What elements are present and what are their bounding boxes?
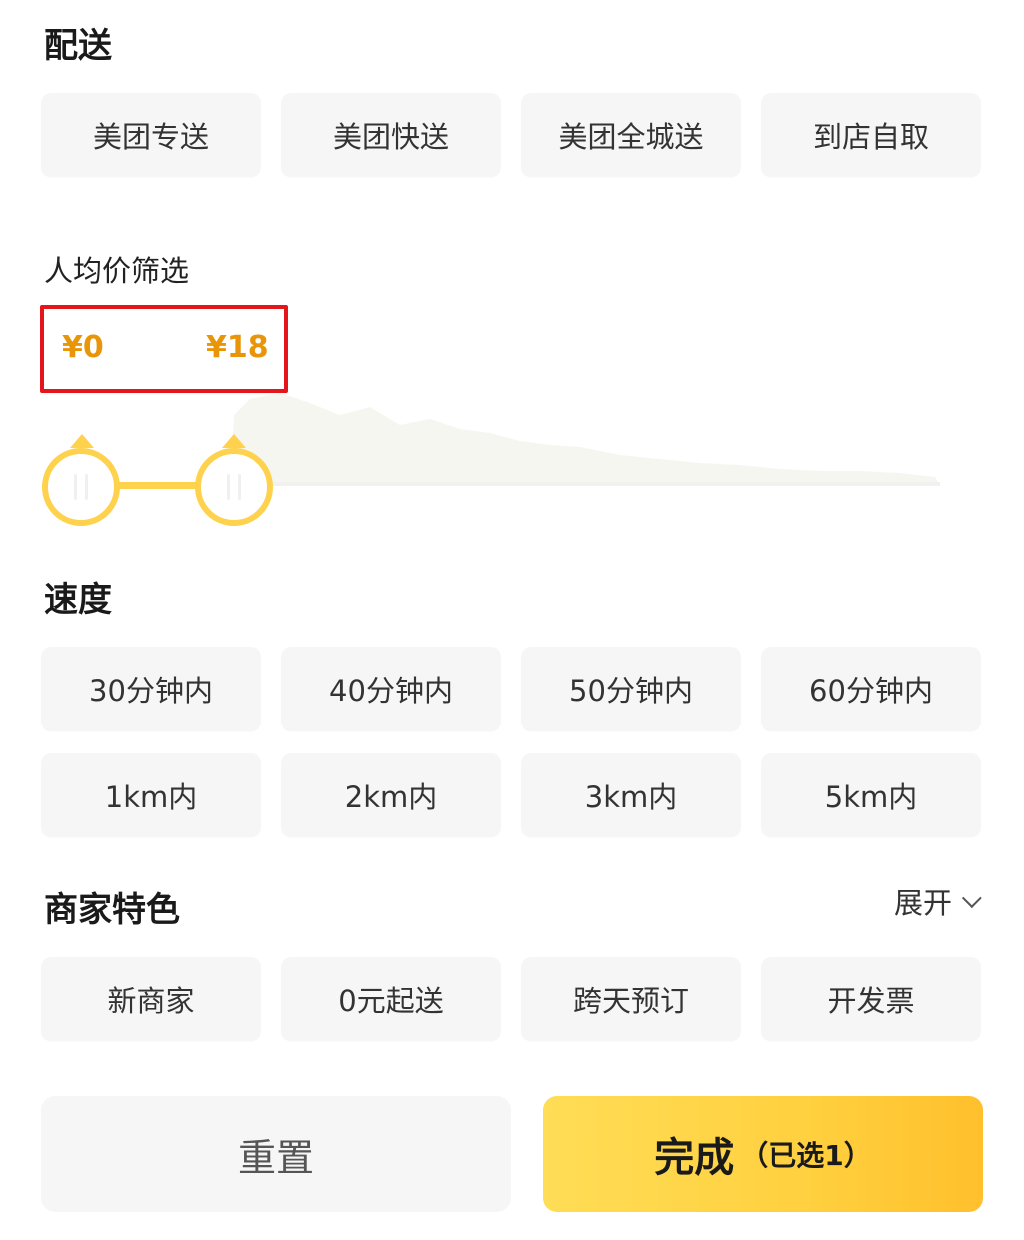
speed-title: 速度 (44, 580, 112, 620)
expand-label: 展开 (893, 886, 952, 920)
delivery-option-meituan-zhuansong[interactable]: 美团专送 (41, 93, 261, 177)
feature-option-next-day-booking[interactable]: 跨天预订 (521, 957, 741, 1041)
speed-option-60min[interactable]: 60分钟内 (761, 647, 981, 731)
delivery-option-meituan-kuaisong[interactable]: 美团快送 (281, 93, 501, 177)
filter-panel: 配送 美团专送 美团快送 美团全城送 到店自取 人均价筛选 ¥0 ¥18 速度 … (0, 0, 1024, 1240)
price-max-label: ¥18 (206, 330, 269, 365)
done-button[interactable]: 完成 （已选1） (543, 1096, 983, 1212)
price-filter-title: 人均价筛选 (44, 254, 190, 288)
grip-icon (74, 474, 88, 500)
speed-option-30min[interactable]: 30分钟内 (41, 647, 261, 731)
reset-button[interactable]: 重置 (41, 1096, 511, 1212)
price-min-label: ¥0 (62, 330, 104, 365)
chevron-down-icon (961, 888, 982, 909)
min-handle-pointer (70, 434, 94, 448)
distance-option-3km[interactable]: 3km内 (521, 753, 741, 837)
distance-option-2km[interactable]: 2km内 (281, 753, 501, 837)
delivery-option-meituan-quanchengsong[interactable]: 美团全城送 (521, 93, 741, 177)
price-min-handle[interactable] (42, 448, 120, 526)
speed-options: 30分钟内 40分钟内 50分钟内 60分钟内 1km内 2km内 3km内 5… (41, 647, 981, 837)
expand-button[interactable]: 展开 (893, 880, 982, 922)
done-label: 完成 (654, 1135, 735, 1181)
features-title: 商家特色 (44, 890, 180, 930)
distance-option-5km[interactable]: 5km内 (761, 753, 981, 837)
max-handle-pointer (222, 434, 246, 448)
speed-option-40min[interactable]: 40分钟内 (281, 647, 501, 731)
feature-option-new-merchant[interactable]: 新商家 (41, 957, 261, 1041)
price-slider-track (270, 482, 940, 486)
price-distribution-chart (230, 393, 940, 485)
delivery-option-pickup[interactable]: 到店自取 (761, 93, 981, 177)
distance-option-1km[interactable]: 1km内 (41, 753, 261, 837)
grip-icon (227, 474, 241, 500)
delivery-title: 配送 (44, 26, 112, 66)
delivery-options: 美团专送 美团快送 美团全城送 到店自取 (41, 93, 981, 177)
feature-option-zero-minimum[interactable]: 0元起送 (281, 957, 501, 1041)
speed-option-50min[interactable]: 50分钟内 (521, 647, 741, 731)
price-max-handle[interactable] (195, 448, 273, 526)
feature-options: 新商家 0元起送 跨天预订 开发票 (41, 957, 981, 1041)
selected-count: （已选1） (740, 1139, 872, 1172)
feature-option-invoice[interactable]: 开发票 (761, 957, 981, 1041)
